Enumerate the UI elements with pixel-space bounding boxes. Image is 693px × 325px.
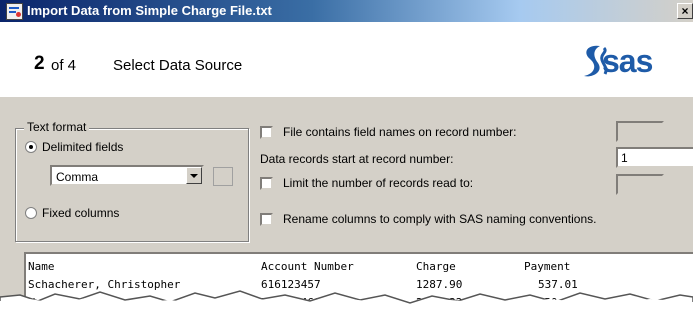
field-names-checkbox[interactable] (260, 126, 273, 139)
step-number: 2 (34, 53, 45, 74)
import-wizard-window: Import Data from Simple Charge File.txt … (0, 0, 693, 325)
preview-header-name: Name (28, 260, 55, 273)
limit-records-checkbox[interactable] (260, 177, 273, 190)
close-icon[interactable]: × (677, 3, 693, 19)
limit-records-field (616, 174, 664, 195)
text-format-legend: Text format (24, 120, 90, 134)
limit-records-label: Limit the number of records read to: (283, 176, 474, 190)
preview-header-charge: Charge (416, 260, 456, 273)
step-of-total: of 4 (51, 57, 77, 74)
wizard-header: 2 of 4 Select Data Source sas (0, 22, 693, 97)
preview-header-account: Account Number (261, 260, 354, 273)
table-import-icon (6, 3, 23, 20)
torn-edge-decoration (0, 290, 693, 325)
other-delimiter-field (213, 167, 233, 186)
field-names-label: File contains field names on record numb… (283, 125, 517, 139)
data-start-value: 1 (621, 151, 628, 165)
delimited-fields-radio[interactable] (25, 141, 37, 153)
data-start-label: Data records start at record number: (260, 152, 454, 166)
delimiter-select[interactable]: Comma (50, 165, 204, 186)
sas-logo-text: sas (602, 43, 653, 79)
window-title: Import Data from Simple Charge File.txt (27, 3, 272, 18)
title-bar: Import Data from Simple Charge File.txt … (0, 0, 693, 22)
rename-columns-label: Rename columns to comply with SAS naming… (283, 212, 597, 226)
sas-logo: sas (578, 42, 693, 82)
step-title: Select Data Source (113, 57, 243, 74)
delimited-fields-label: Delimited fields (42, 140, 124, 154)
rename-columns-checkbox[interactable] (260, 213, 273, 226)
preview-header-payment: Payment (524, 260, 571, 273)
chevron-down-icon[interactable] (186, 167, 202, 184)
header-divider (0, 96, 693, 97)
field-names-record-field (616, 121, 664, 142)
delimiter-value: Comma (56, 170, 99, 184)
data-start-field[interactable]: 1 (616, 147, 693, 168)
fixed-columns-radio[interactable] (25, 207, 37, 219)
fixed-columns-label: Fixed columns (42, 206, 120, 220)
